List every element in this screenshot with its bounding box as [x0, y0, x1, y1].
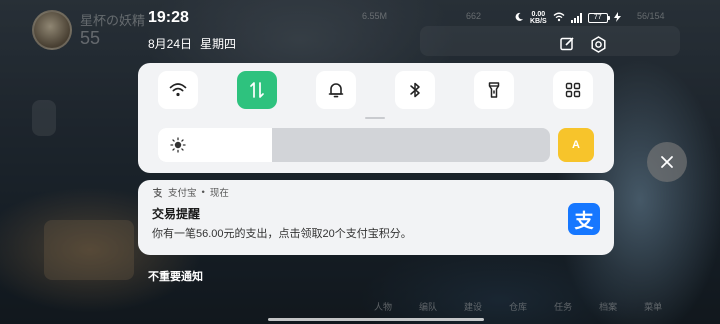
network-speed-unit: KB/S [530, 18, 547, 25]
bell-icon [328, 83, 344, 98]
network-speed: 0.00 KB/S [530, 11, 547, 25]
date-row: 8月24日 星期四 [148, 35, 236, 52]
grid-icon [565, 82, 581, 98]
status-icons: 0.00 KB/S 77 [514, 11, 621, 25]
notification-title: 交易提醒 [152, 207, 201, 221]
brightness-slider[interactable] [158, 128, 550, 162]
notification-body: 你有一笔56.00元的支出，点击领取20个支付宝积分。 [152, 228, 412, 240]
more-tiles-button[interactable] [553, 71, 593, 109]
charging-icon [613, 11, 621, 25]
notification-time: 现在 [209, 188, 229, 199]
clear-all-button[interactable] [647, 142, 687, 182]
unimportant-notifications-header[interactable]: 不重要通知 [148, 268, 203, 284]
settings-button[interactable] [588, 34, 608, 54]
flashlight-icon [488, 82, 500, 98]
quick-settings-panel: A [138, 63, 614, 173]
wifi-status-icon [553, 12, 565, 25]
wifi-icon [169, 83, 187, 97]
ringer-toggle[interactable] [316, 71, 356, 109]
notification-app-name: 支付宝 [168, 188, 197, 199]
gear-icon [590, 35, 606, 53]
sun-icon [170, 137, 186, 153]
home-indicator[interactable] [268, 318, 484, 321]
flashlight-toggle[interactable] [474, 71, 514, 109]
network-speed-value: 0.00 [531, 11, 546, 18]
clock: 19:28 [148, 9, 189, 26]
alipay-small-icon [152, 186, 163, 198]
notification-card[interactable]: 支付宝 • 现在 交易提醒 你有一笔56.00元的支出，点击领取20个支付宝积分… [138, 180, 614, 255]
mobile-data-icon [250, 82, 264, 98]
alipay-logo-icon: 支 [568, 203, 600, 235]
edit-icon [560, 37, 574, 51]
date: 8月24日 [148, 37, 193, 51]
mobile-data-toggle[interactable] [237, 71, 277, 109]
bluetooth-icon [410, 82, 420, 98]
edit-button[interactable] [557, 34, 577, 54]
bluetooth-toggle[interactable] [395, 71, 435, 109]
notification-header: 支付宝 • 现在 [152, 185, 229, 199]
battery-icon: 77 [587, 13, 610, 23]
close-icon [661, 156, 673, 168]
panel-drag-handle[interactable] [365, 117, 385, 119]
auto-brightness-button[interactable]: A [558, 128, 594, 162]
weekday: 星期四 [200, 37, 237, 51]
notification-separator: • [201, 186, 205, 198]
wifi-toggle[interactable] [158, 71, 198, 109]
moon-icon [514, 12, 524, 25]
signal-icon [570, 13, 582, 23]
